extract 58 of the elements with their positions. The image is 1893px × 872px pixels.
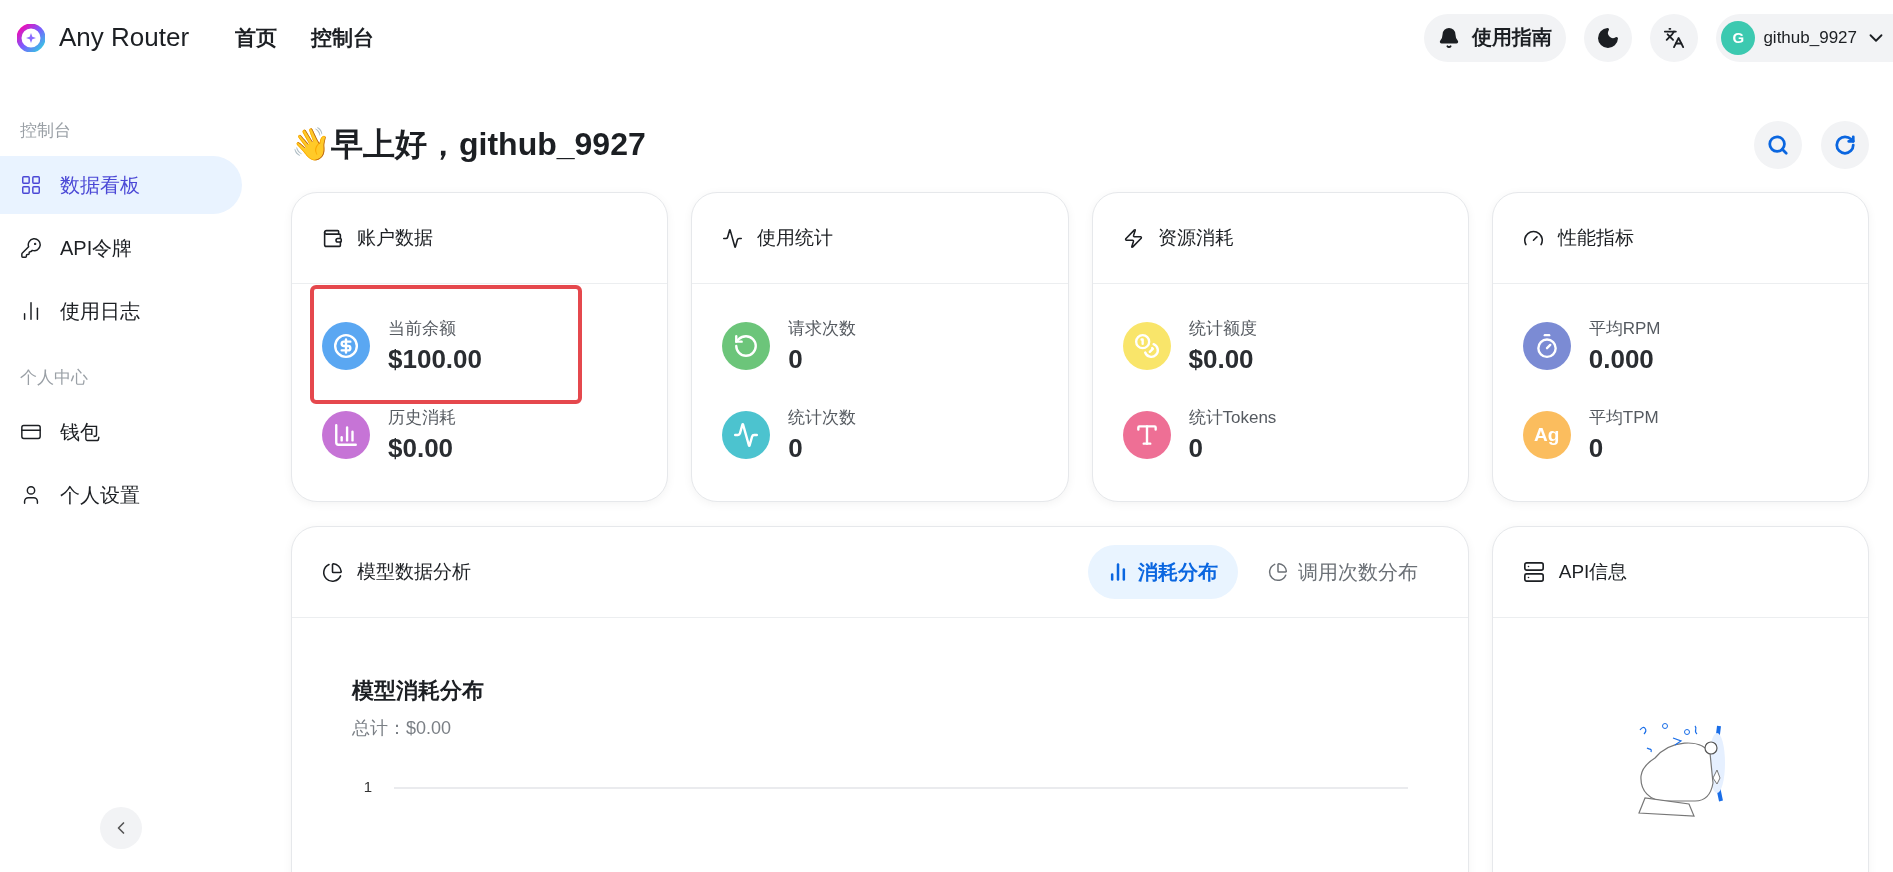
stat-value: 0.000 [1588,344,1655,375]
sidebar-item[interactable]: 数据看板 [0,156,242,214]
sidebar-item[interactable]: API令牌 [0,219,242,277]
pie-chart-icon [1267,562,1288,582]
card-title: API信息 [1558,560,1628,584]
stat-icon: Ag [1522,411,1571,459]
chart-tab[interactable]: 调用次数分布 [1247,545,1438,599]
user-avatar: G [1721,20,1756,55]
refresh-icon [1834,134,1856,156]
stat-value: $0.00 [388,433,455,464]
sidebar-section-label: 控制台 [19,120,72,142]
card-header-icon [1122,227,1144,249]
stat-label: 历史消耗 [388,407,456,429]
stat-value: 0 [788,433,804,464]
greeting-title: 👋早上好，github_9927 [291,125,646,164]
sidebar-item-icon [20,174,42,196]
nav-link[interactable]: 控制台 [311,23,375,52]
nav-link[interactable]: 首页 [235,23,278,52]
sidebar-item-icon [20,237,42,259]
chart-title: 模型消耗分布 [352,677,485,705]
card-title: 使用统计 [757,226,834,250]
search-icon [1767,134,1789,156]
axis-tick-label: 1 [363,777,372,795]
translate-icon [1663,26,1686,49]
chart-total: 总计：$0.00 [352,717,453,740]
server-icon [1522,561,1545,583]
stat-label: 平均TPM [1588,407,1659,429]
guide-button[interactable]: 使用指南 [1424,13,1567,62]
sidebar-item[interactable]: 个人设置 [0,466,242,524]
stat-value: 0 [788,344,804,375]
brand-name[interactable]: Any Router [59,22,190,53]
card-title: 资源消耗 [1157,226,1234,250]
card-title: 性能指标 [1557,226,1634,250]
moon-icon [1596,25,1621,50]
sidebar-section-label: 个人中心 [19,367,89,389]
stat-label: 请求次数 [788,318,857,340]
card-title: 模型数据分析 [357,560,471,584]
sidebar-item[interactable]: 使用日志 [0,282,242,340]
logo-icon [17,23,45,52]
card-header-icon [722,227,744,249]
refresh-button[interactable] [1821,121,1869,169]
stat-value: 0 [1188,433,1204,464]
stat-label: 统计Tokens [1188,407,1277,429]
stat-label: 统计额度 [1188,318,1257,340]
bell-icon [1438,26,1461,49]
sidebar-item[interactable]: 钱包 [0,403,242,461]
card-title: 账户数据 [357,226,433,250]
stat-label: 当前余额 [388,318,457,340]
stat-value: $0.00 [1188,344,1255,375]
user-menu-button[interactable]: G github_9927 [1716,13,1893,62]
stat-label: 统计次数 [788,407,857,429]
search-button[interactable] [1754,121,1802,169]
pie-chart-icon [322,561,343,583]
stat-value: 0 [1588,433,1605,464]
chart-tab[interactable]: 消耗分布 [1087,545,1238,599]
stat-value: $100.00 [388,344,482,375]
card-header-icon [322,227,343,249]
stat-label: 平均RPM [1588,318,1661,340]
